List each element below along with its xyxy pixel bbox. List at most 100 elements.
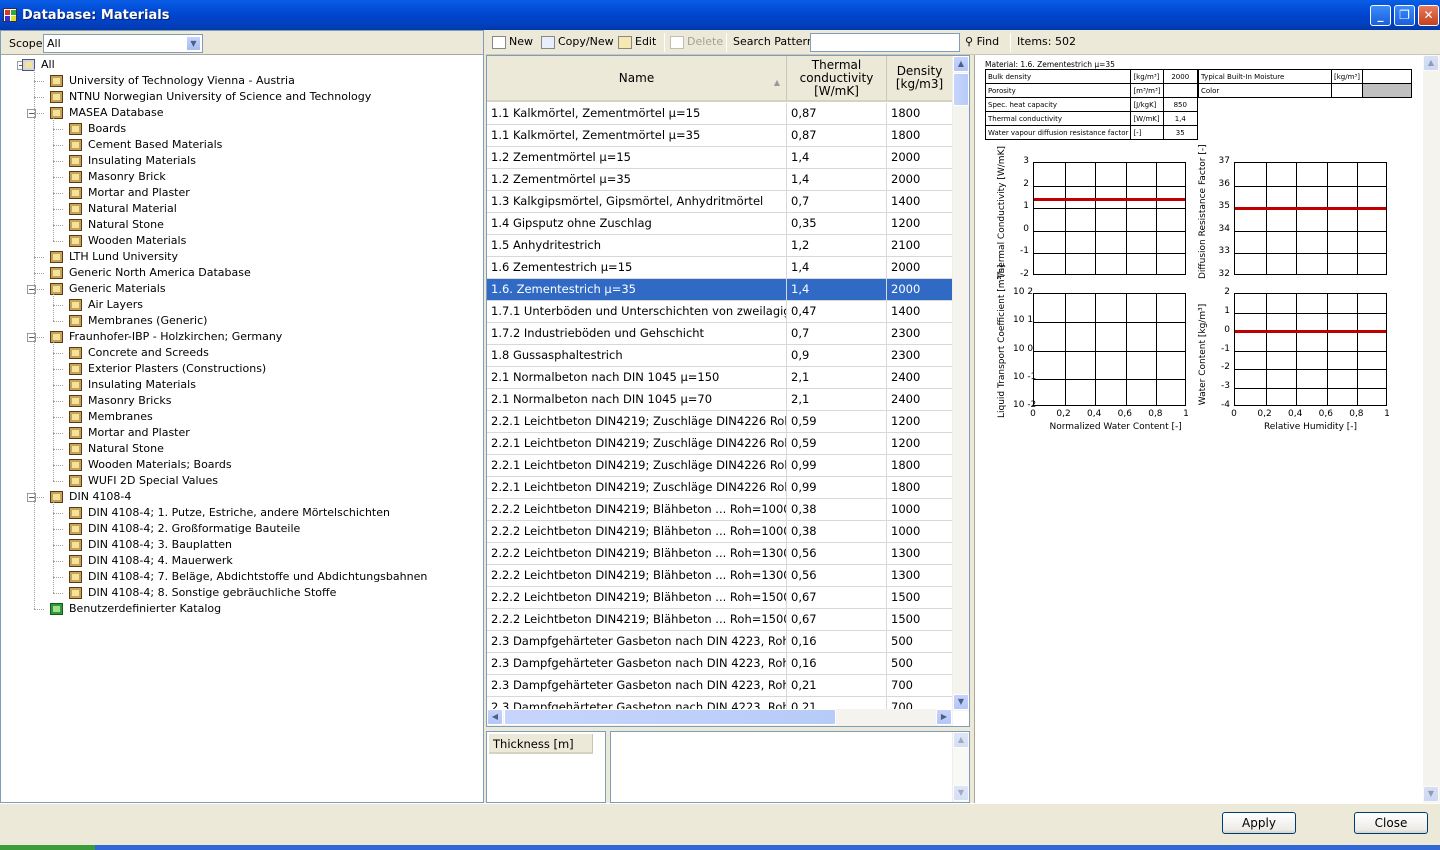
- find-button[interactable]: ⚲ Find: [965, 35, 999, 48]
- tree-node[interactable]: − Fraunhofer-IBP - Holzkirchen; Germany: [27, 329, 282, 345]
- tree-node[interactable]: Membranes (Generic): [69, 313, 207, 329]
- scroll-down-icon[interactable]: ▼: [953, 694, 969, 710]
- property-value[interactable]: 850: [1162, 97, 1199, 112]
- minimize-button[interactable]: _: [1370, 5, 1391, 26]
- tree-node[interactable]: LTH Lund University: [50, 249, 178, 265]
- scroll-up-icon[interactable]: ▲: [953, 56, 969, 72]
- table-row[interactable]: 2.2.2 Leichtbeton DIN4219; Blähbeton ...…: [487, 609, 953, 631]
- property-value[interactable]: 1,4: [1162, 111, 1199, 126]
- tree-node[interactable]: DIN 4108-4; 3. Bauplatten: [69, 537, 232, 553]
- thickness-header[interactable]: Thickness [m]: [489, 734, 593, 754]
- property-value[interactable]: [1361, 83, 1413, 98]
- table-row[interactable]: 2.2.1 Leichtbeton DIN4219; Zuschläge DIN…: [487, 455, 953, 477]
- copy-new-button[interactable]: Copy/New: [541, 35, 614, 49]
- property-value[interactable]: 35: [1162, 125, 1199, 140]
- scroll-down-icon[interactable]: ▼: [953, 785, 969, 801]
- tree-node[interactable]: DIN 4108-4; 4. Mauerwerk: [69, 553, 233, 569]
- tree-node[interactable]: − DIN 4108-4: [27, 489, 131, 505]
- table-row[interactable]: 1.2 Zementmörtel μ=15 1,4 2000: [487, 147, 953, 169]
- tree-node[interactable]: Air Layers: [69, 297, 143, 313]
- column-header-name[interactable]: Name ▲: [487, 56, 787, 102]
- tree-node[interactable]: Masonry Bricks: [69, 393, 171, 409]
- scroll-down-icon[interactable]: ▼: [1423, 786, 1439, 802]
- start-button[interactable]: [0, 845, 95, 850]
- scroll-thumb[interactable]: [953, 73, 969, 106]
- tree-node[interactable]: − MASEA Database: [27, 105, 163, 121]
- new-button[interactable]: New: [492, 35, 533, 49]
- tree-node[interactable]: − Generic Materials: [27, 281, 166, 297]
- table-row[interactable]: 2.3 Dampfgehärteter Gasbeton nach DIN 42…: [487, 675, 953, 697]
- grid-vertical-scrollbar[interactable]: ▲ ▼: [952, 56, 969, 711]
- table-row[interactable]: 2.1 Normalbeton nach DIN 1045 μ=150 2,1 24…: [487, 367, 953, 389]
- tree-node[interactable]: DIN 4108-4; 8. Sonstige gebräuchliche St…: [69, 585, 336, 601]
- table-row[interactable]: 2.2.1 Leichtbeton DIN4219; Zuschläge DIN…: [487, 433, 953, 455]
- table-row[interactable]: 2.2.2 Leichtbeton DIN4219; Blähbeton ...…: [487, 587, 953, 609]
- table-row[interactable]: 1.1 Kalkmörtel, Zementmörtel μ=15 0,87 180…: [487, 103, 953, 125]
- tree-node[interactable]: Boards: [69, 121, 126, 137]
- delete-button[interactable]: Delete: [670, 35, 723, 49]
- table-row[interactable]: 1.6. Zementestrich μ=35 1,4 2000: [487, 279, 953, 301]
- column-header-conductivity[interactable]: Thermal conductivity [W/mK]: [787, 56, 887, 102]
- detail-scrollbar[interactable]: ▲ ▼: [952, 732, 969, 802]
- tree-node[interactable]: Wooden Materials; Boards: [69, 457, 232, 473]
- tree-node[interactable]: Insulating Materials: [69, 153, 196, 169]
- chevron-down-icon[interactable]: ▼: [186, 36, 201, 51]
- property-value[interactable]: 2000: [1162, 69, 1199, 84]
- scroll-thumb-horizontal[interactable]: [504, 709, 836, 725]
- properties-scrollbar[interactable]: ▲ ▼: [1423, 55, 1440, 803]
- tree-node[interactable]: Mortar and Plaster: [69, 425, 190, 441]
- search-input[interactable]: [810, 33, 960, 52]
- scroll-left-icon[interactable]: ◀: [487, 709, 503, 725]
- tree-node[interactable]: Membranes: [69, 409, 153, 425]
- table-row[interactable]: 2.3 Dampfgehärteter Gasbeton nach DIN 42…: [487, 631, 953, 653]
- grid-horizontal-scrollbar[interactable]: ◀ ▶: [487, 709, 953, 726]
- tree-node[interactable]: Natural Stone: [69, 441, 164, 457]
- table-row[interactable]: 2.2.2 Leichtbeton DIN4219; Blähbeton ...…: [487, 565, 953, 587]
- table-row[interactable]: 1.6 Zementestrich μ=15 1,4 2000: [487, 257, 953, 279]
- property-value[interactable]: [1361, 69, 1413, 84]
- tree-node[interactable]: Concrete and Screeds: [69, 345, 209, 361]
- table-row[interactable]: 1.5 Anhydritestrich 1,2 2100: [487, 235, 953, 257]
- table-row[interactable]: 2.1 Normalbeton nach DIN 1045 μ=70 2,1 240…: [487, 389, 953, 411]
- table-row[interactable]: 2.2.2 Leichtbeton DIN4219; Blähbeton ...…: [487, 543, 953, 565]
- tree-node[interactable]: Benutzerdefinierter Katalog: [50, 601, 221, 617]
- property-value[interactable]: [1162, 83, 1199, 98]
- tree-node[interactable]: Wooden Materials: [69, 233, 186, 249]
- table-row[interactable]: 2.2.1 Leichtbeton DIN4219; Zuschläge DIN…: [487, 477, 953, 499]
- scope-select[interactable]: All ▼: [43, 34, 203, 53]
- table-row[interactable]: 1.7.1 Unterböden und Unterschichten von …: [487, 301, 953, 323]
- tree-node[interactable]: DIN 4108-4; 7. Beläge, Abdichtstoffe und…: [69, 569, 427, 585]
- table-row[interactable]: 1.2 Zementmörtel μ=35 1,4 2000: [487, 169, 953, 191]
- column-header-density[interactable]: Density [kg/m3]: [887, 56, 953, 102]
- tree-node[interactable]: Exterior Plasters (Constructions): [69, 361, 266, 377]
- tree-node[interactable]: −All: [17, 57, 55, 73]
- tree-node[interactable]: Masonry Brick: [69, 169, 166, 185]
- tree-node[interactable]: Generic North America Database: [50, 265, 251, 281]
- apply-button[interactable]: Apply: [1222, 812, 1296, 834]
- tree-node[interactable]: DIN 4108-4; 2. Großformatige Bauteile: [69, 521, 300, 537]
- tree-node[interactable]: Natural Material: [69, 201, 177, 217]
- scroll-up-icon[interactable]: ▲: [1423, 55, 1439, 71]
- tree-node[interactable]: DIN 4108-4; 1. Putze, Estriche, andere M…: [69, 505, 390, 521]
- close-button[interactable]: Close: [1354, 812, 1428, 834]
- table-row[interactable]: 1.4 Gipsputz ohne Zuschlag 0,35 1200: [487, 213, 953, 235]
- edit-button[interactable]: Edit: [618, 35, 656, 49]
- table-row[interactable]: 1.1 Kalkmörtel, Zementmörtel μ=35 0,87 180…: [487, 125, 953, 147]
- tree-node[interactable]: University of Technology Vienna - Austri…: [50, 73, 295, 89]
- table-row[interactable]: 2.2.1 Leichtbeton DIN4219; Zuschläge DIN…: [487, 411, 953, 433]
- tree-node[interactable]: Cement Based Materials: [69, 137, 222, 153]
- table-row[interactable]: 1.7.2 Industrieböden und Gehschicht 0,7 23…: [487, 323, 953, 345]
- tree-node[interactable]: Insulating Materials: [69, 377, 196, 393]
- table-row[interactable]: 1.8 Gussasphaltestrich 0,9 2300: [487, 345, 953, 367]
- scroll-up-icon[interactable]: ▲: [953, 732, 969, 748]
- table-row[interactable]: 2.2.2 Leichtbeton DIN4219; Blähbeton ...…: [487, 499, 953, 521]
- tree-node[interactable]: WUFI 2D Special Values: [69, 473, 218, 489]
- scroll-right-icon[interactable]: ▶: [936, 709, 952, 725]
- table-row[interactable]: 1.3 Kalkgipsmörtel, Gipsmörtel, Anhydrit…: [487, 191, 953, 213]
- maximize-button[interactable]: ❐: [1394, 5, 1415, 26]
- table-row[interactable]: 2.3 Dampfgehärteter Gasbeton nach DIN 42…: [487, 653, 953, 675]
- tree-node[interactable]: Natural Stone: [69, 217, 164, 233]
- close-window-button[interactable]: ✕: [1418, 5, 1439, 26]
- tree-node[interactable]: Mortar and Plaster: [69, 185, 190, 201]
- table-row[interactable]: 2.2.2 Leichtbeton DIN4219; Blähbeton ...…: [487, 521, 953, 543]
